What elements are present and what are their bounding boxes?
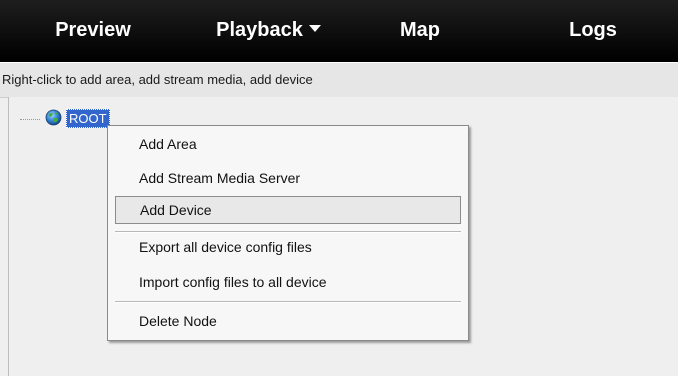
nav-logs-label: Logs <box>569 19 617 41</box>
top-nav-bar: Preview Playback Map Logs <box>0 0 678 62</box>
nav-map-label: Map <box>400 19 440 41</box>
app-window: Preview Playback Map Logs Right-click to… <box>0 0 678 376</box>
context-menu: Add Area Add Stream Media Server Add Dev… <box>107 125 469 341</box>
menu-item-add-device[interactable]: Add Device <box>115 196 461 224</box>
hint-text: Right-click to add area, add stream medi… <box>2 72 313 87</box>
tree-connector-line <box>20 119 40 120</box>
globe-icon <box>45 109 62 126</box>
menu-separator <box>115 301 461 303</box>
menu-item-delete-node[interactable]: Delete Node <box>108 307 468 335</box>
chevron-down-icon <box>308 25 321 33</box>
nav-map[interactable]: Map <box>365 0 475 61</box>
nav-playback[interactable]: Playback <box>186 0 351 61</box>
tree-node-root[interactable]: ROOT <box>66 109 110 128</box>
menu-item-add-area[interactable]: Add Area <box>108 130 468 158</box>
nav-logs[interactable]: Logs <box>533 0 653 61</box>
hint-bar: Right-click to add area, add stream medi… <box>0 62 678 98</box>
nav-preview[interactable]: Preview <box>28 0 158 61</box>
nav-preview-label: Preview <box>55 19 131 41</box>
nav-playback-label: Playback <box>216 19 303 41</box>
menu-item-export-config[interactable]: Export all device config files <box>108 233 468 261</box>
menu-item-add-stream-media-server[interactable]: Add Stream Media Server <box>108 164 468 192</box>
menu-item-import-config[interactable]: Import config files to all device <box>108 268 468 296</box>
